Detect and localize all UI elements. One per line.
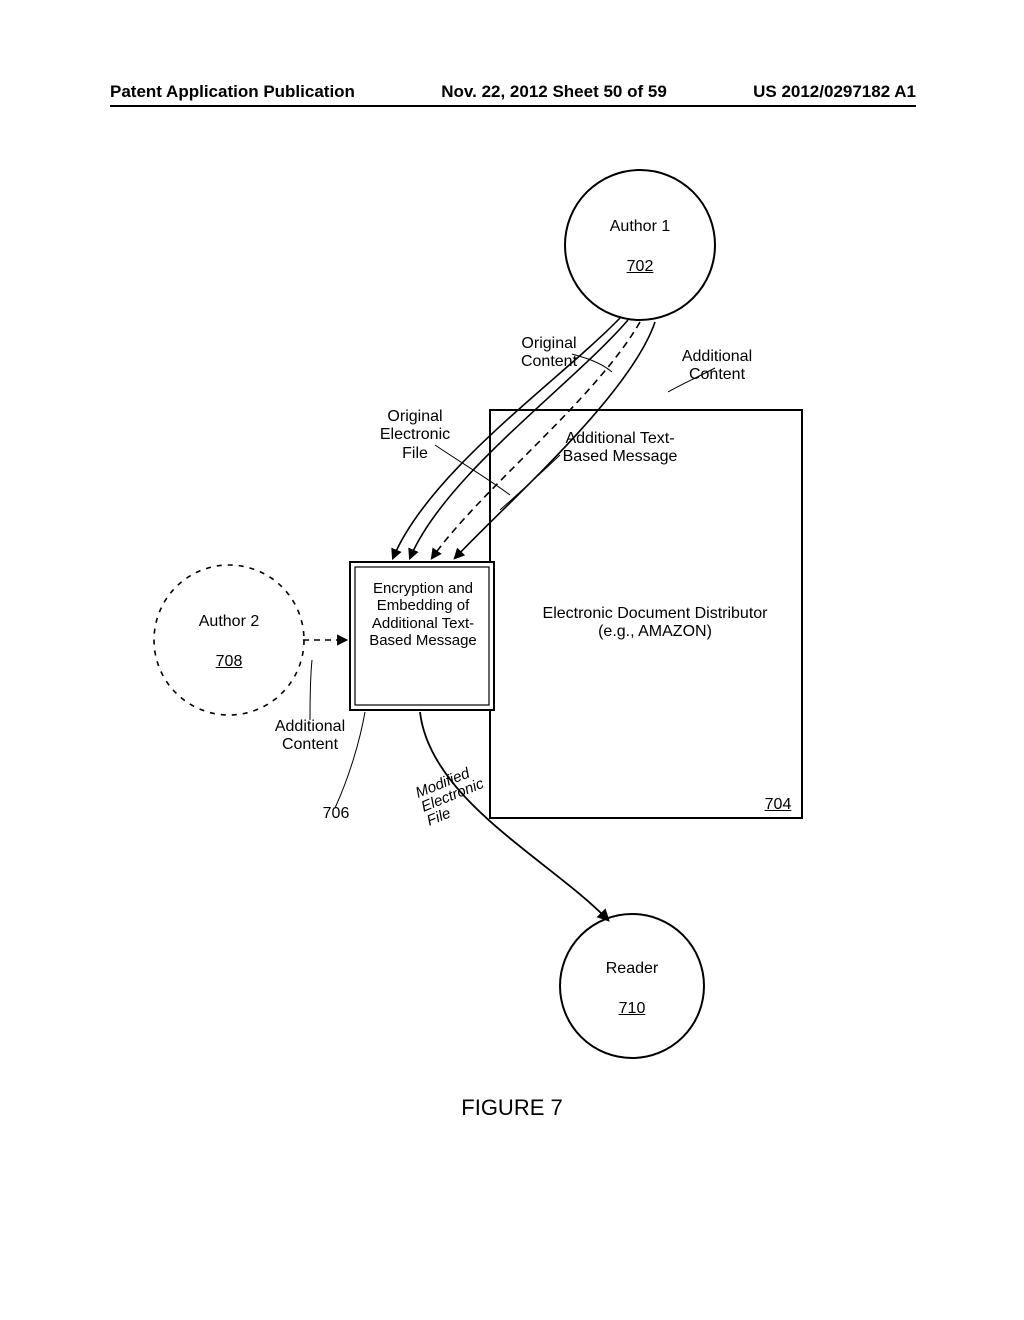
author2-label: Author 2	[189, 613, 269, 631]
label-additional-content-left: Additional Content	[265, 718, 355, 755]
author1-ref: 702	[622, 258, 658, 276]
author2-ref: 708	[211, 653, 247, 671]
label-original-content: Original Content	[514, 335, 584, 372]
distributor-label: Electronic Document Distributor (e.g., A…	[525, 605, 785, 642]
encryption-box-text: Encryption and Embedding of Additional T…	[358, 580, 488, 649]
label-additional-text-msg: Additional Text-Based Message	[545, 430, 695, 467]
leader-additional-content-left	[310, 660, 312, 720]
reader-label: Reader	[597, 960, 667, 978]
author1-label: Author 1	[600, 218, 680, 236]
figure-caption: FIGURE 7	[0, 1095, 1024, 1121]
author2-circle	[154, 565, 304, 715]
label-original-electronic-file: Original Electronic File	[370, 408, 460, 463]
figure-diagram: ModifiedElectronicFile	[0, 0, 1024, 1320]
label-modified-file-group: ModifiedElectronicFile	[413, 761, 492, 829]
reader-circle	[560, 914, 704, 1058]
reader-ref: 710	[614, 1000, 650, 1018]
label-modified-file-1: ModifiedElectronicFile	[413, 761, 492, 829]
label-additional-content-top: Additional Content	[672, 348, 762, 385]
author1-circle	[565, 170, 715, 320]
distributor-ref: 704	[760, 796, 796, 814]
ref-706: 706	[316, 805, 356, 823]
